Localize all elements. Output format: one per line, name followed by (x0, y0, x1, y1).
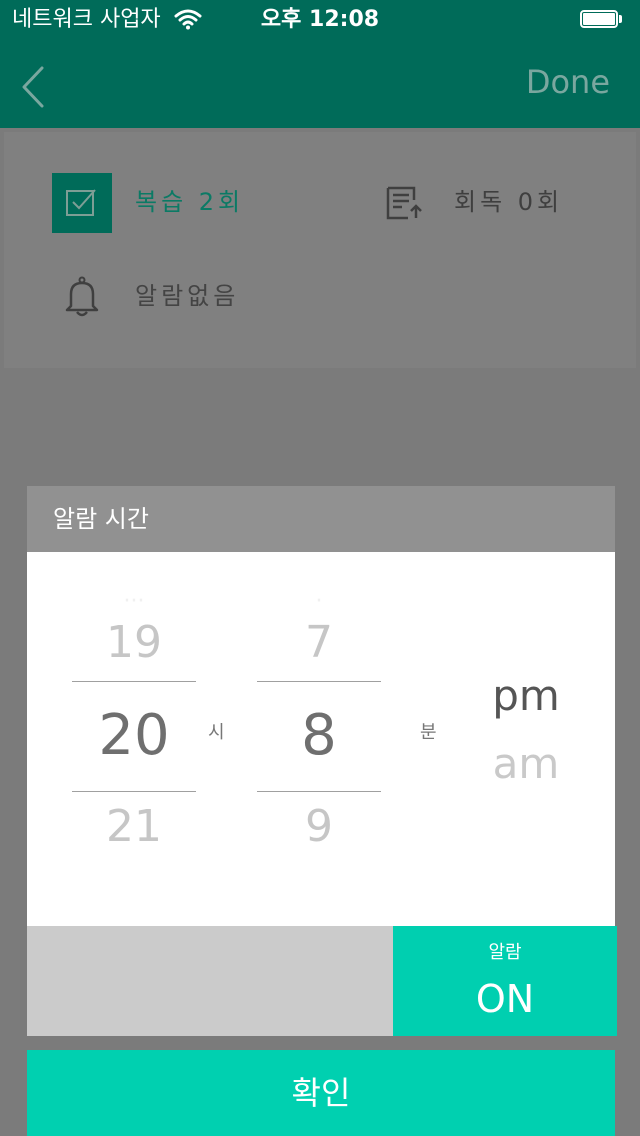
chevron-left-icon[interactable] (14, 62, 54, 112)
bell-icon[interactable] (64, 276, 100, 318)
alarm-status: 알람없음 (135, 282, 240, 310)
status-bar: 네트워크 사업자 오후 12:08 (0, 0, 640, 40)
hour-divider-bottom (72, 791, 196, 792)
alarm-toggle-caption: 알람 (488, 942, 522, 963)
hour-selected[interactable]: 20 (72, 704, 196, 768)
alarm-toggle-state: ON (475, 977, 535, 1021)
review-count: 복습 2회 (135, 188, 245, 216)
minute-prev[interactable]: 7 (257, 618, 381, 668)
dialog-title: 알람 시간 (53, 505, 149, 533)
hour-faint-top: ··· (123, 589, 145, 614)
minute-divider-top (257, 681, 381, 682)
study-info-card (4, 132, 636, 368)
minute-faint-top: · (315, 589, 323, 614)
hour-next[interactable]: 21 (72, 802, 196, 852)
done-button[interactable]: Done (526, 62, 610, 102)
status-time: 오후 12:08 (260, 7, 380, 32)
ampm-selected[interactable]: pm (491, 672, 561, 720)
read-count: 회독 0회 (454, 188, 564, 216)
time-picker: ··· 19 20 21 시 · 7 8 9 분 pm am (27, 552, 615, 926)
minute-divider-bottom (257, 791, 381, 792)
hour-unit: 시 (208, 722, 225, 743)
minute-selected[interactable]: 8 (257, 704, 381, 768)
review-check-icon (66, 189, 96, 216)
alarm-off-area[interactable] (27, 926, 393, 1036)
minute-unit: 분 (420, 722, 437, 743)
read-document-icon[interactable] (386, 186, 426, 220)
battery-icon (580, 10, 624, 30)
hour-prev[interactable]: 19 (72, 618, 196, 668)
minute-next[interactable]: 9 (257, 802, 381, 852)
hour-divider-top (72, 681, 196, 682)
alarm-on-toggle[interactable]: 알람 ON (393, 926, 617, 1036)
review-badge[interactable] (52, 173, 112, 233)
dialog-header: 알람 시간 (27, 486, 615, 552)
confirm-button[interactable]: 확인 (27, 1050, 615, 1136)
ampm-other[interactable]: am (491, 740, 561, 788)
